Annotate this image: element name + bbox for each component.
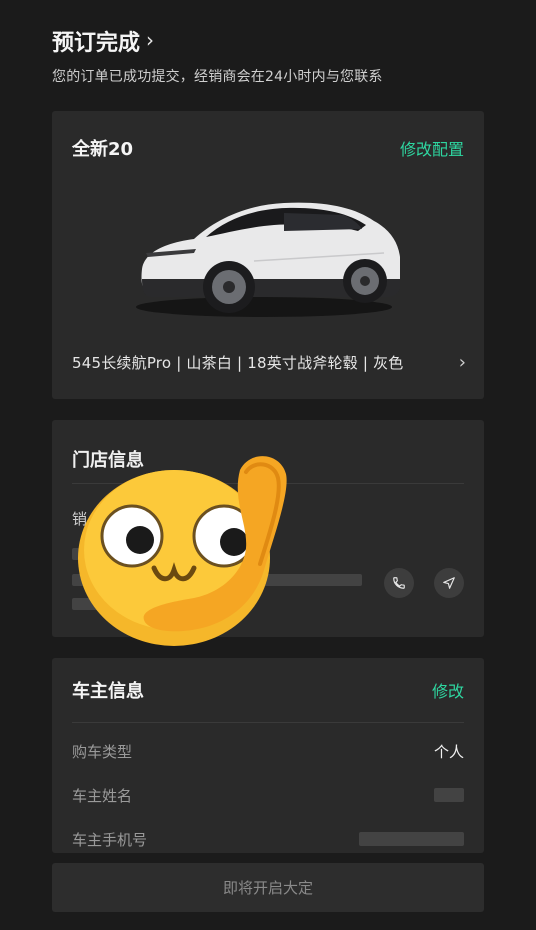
upcoming-deposit-button[interactable]: 即将开启大定 — [52, 863, 484, 912]
navigate-icon — [443, 577, 455, 589]
config-summary-row[interactable]: 545长续航Pro | 山茶白 | 18英寸战斧轮毂 | 灰色 › — [72, 352, 466, 373]
car-image — [136, 202, 400, 317]
order-complete-link[interactable]: 预订完成 › — [52, 26, 492, 56]
purchase-type-label: 购车类型 — [72, 742, 133, 761]
phone-button[interactable] — [384, 568, 414, 598]
phone-icon — [393, 577, 405, 589]
chevron-right-icon: › — [146, 28, 155, 52]
owner-phone-label: 车主手机号 — [72, 830, 148, 849]
info-row-owner-name: 车主姓名 — [72, 773, 464, 817]
purchase-type-value: 个人 — [433, 742, 464, 761]
navigate-button[interactable] — [434, 568, 464, 598]
modify-owner-link[interactable]: 修改 — [432, 678, 464, 702]
info-row-purchase-type: 购车类型 个人 — [72, 729, 464, 773]
owner-info-title: 车主信息 — [72, 681, 144, 702]
modify-config-link[interactable]: 修改配置 — [400, 136, 464, 160]
blurred-owner-phone — [359, 832, 464, 846]
config-summary: 545长续航Pro | 山茶白 | 18英寸战斧轮毂 | 灰色 — [72, 354, 404, 372]
page-title: 预订完成 — [52, 31, 141, 56]
car-model-title: 全新20 — [72, 139, 134, 160]
owner-name-label: 车主姓名 — [72, 786, 133, 805]
page-subtitle: 您的订单已成功提交，经销商会在24小时内与您联系 — [52, 69, 383, 85]
car-card-header: 全新20 修改配置 — [52, 111, 484, 185]
owner-card: 车主信息 修改 购车类型 个人 车主姓名 车主手机号 — [52, 658, 484, 853]
thinking-face-emoji — [78, 456, 287, 646]
car-card: 全新20 修改配置 545长续航Pro | 山茶白 | 18英寸战斧轮毂 | 灰… — [52, 111, 484, 399]
owner-card-header: 车主信息 修改 — [52, 658, 484, 722]
info-row-owner-phone: 车主手机号 — [72, 817, 464, 853]
page-header: 预订完成 › 您的订单已成功提交，经销商会在24小时内与您联系 — [52, 26, 492, 86]
blurred-owner-name — [434, 788, 464, 802]
chevron-right-icon: › — [458, 352, 466, 373]
owner-info-list: 购车类型 个人 车主姓名 车主手机号 — [52, 723, 484, 853]
